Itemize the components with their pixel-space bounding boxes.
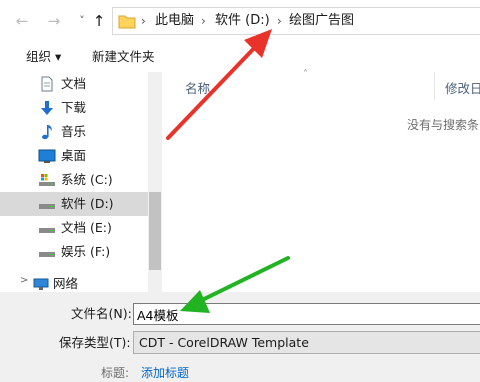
green-arrow [180, 256, 290, 313]
red-arrow [166, 29, 272, 140]
annotation-arrows [166, 29, 290, 313]
